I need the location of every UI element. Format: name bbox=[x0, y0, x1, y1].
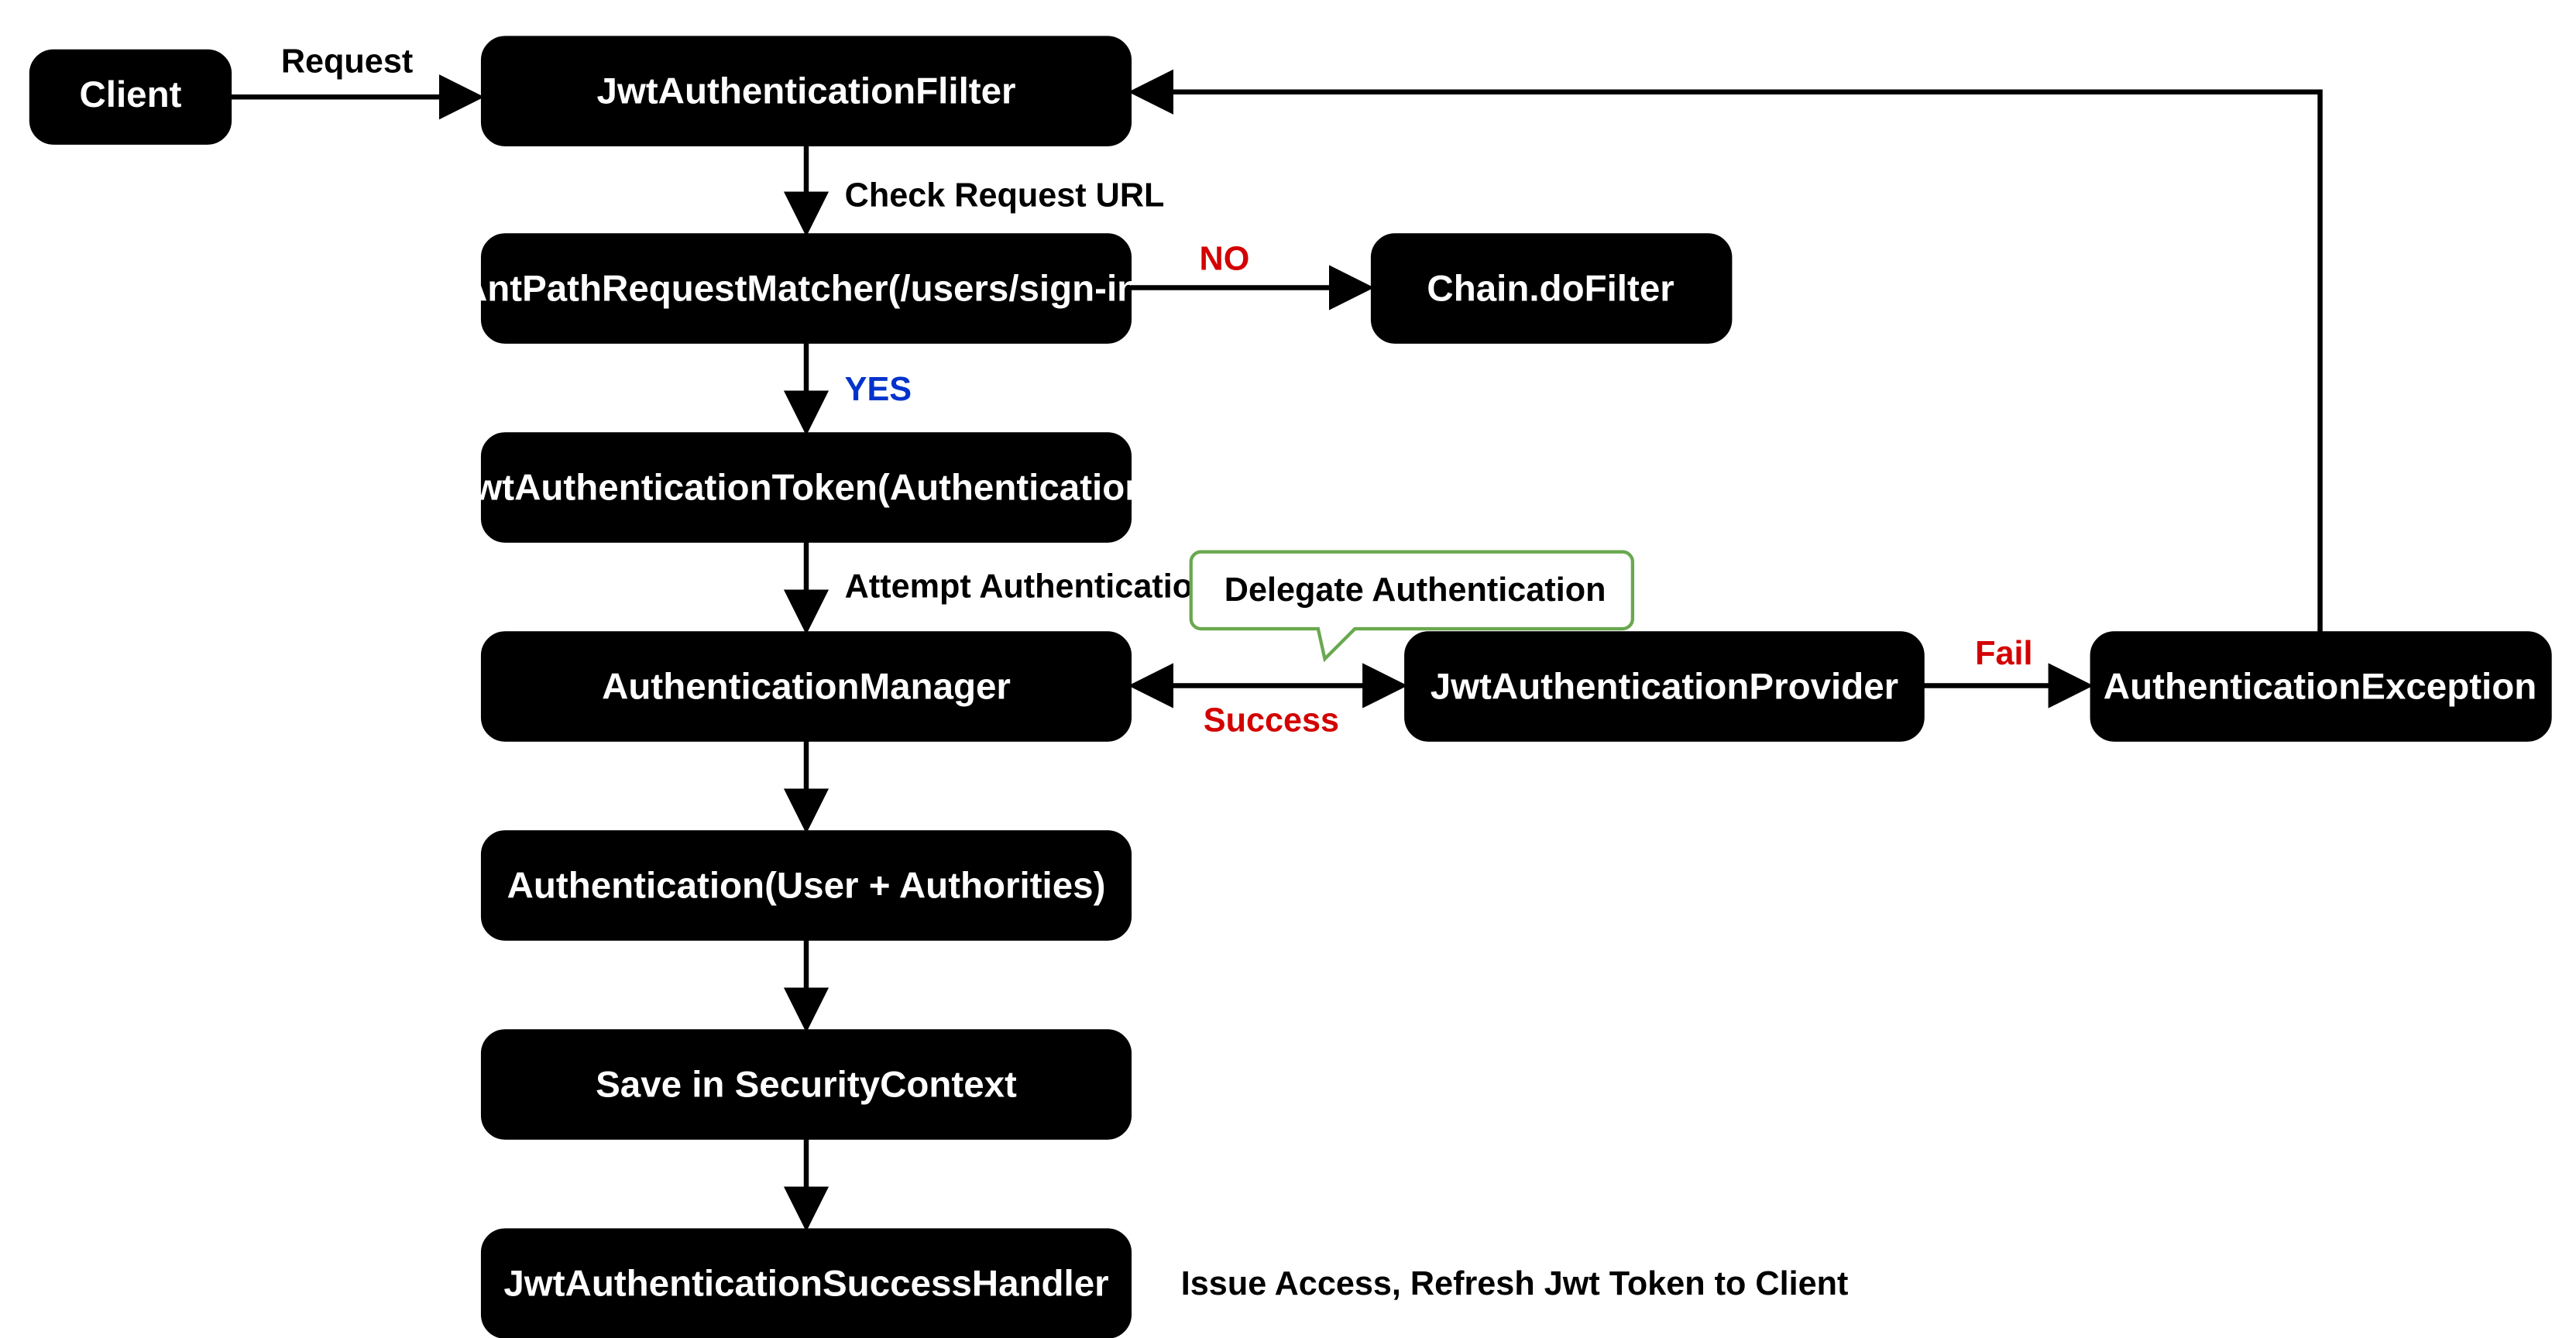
node-exception-label: AuthenticationException bbox=[2104, 666, 2537, 707]
node-client-label: Client bbox=[79, 74, 181, 115]
node-filter-label: JwtAuthenticationFlilter bbox=[596, 70, 1015, 112]
label-fail: Fail bbox=[1975, 635, 2032, 672]
node-dofilter-label: Chain.doFilter bbox=[1427, 268, 1674, 309]
label-yes: YES bbox=[845, 371, 912, 408]
label-issue: Issue Access, Refresh Jwt Token to Clien… bbox=[1181, 1265, 1849, 1302]
label-no: NO bbox=[1200, 240, 1250, 277]
label-attempt: Attempt Authentication bbox=[845, 568, 1214, 606]
node-success-handler-label: JwtAuthenticationSuccessHandler bbox=[503, 1263, 1108, 1304]
label-request: Request bbox=[281, 43, 413, 80]
node-matcher-label: AntPathRequestMatcher(/users/sign-in) bbox=[461, 268, 1152, 309]
node-save-ctx-label: Save in SecurityContext bbox=[596, 1064, 1017, 1105]
node-provider-label: JwtAuthenticationProvider bbox=[1431, 666, 1898, 707]
node-token-label: JwtAuthenticationToken(Authentication) bbox=[453, 467, 1159, 508]
diagram-canvas: Client JwtAuthenticationFlilter AntPathR… bbox=[0, 0, 2576, 1338]
label-check-url: Check Request URL bbox=[845, 177, 1165, 214]
node-manager-label: AuthenticationManager bbox=[602, 666, 1011, 707]
label-success: Success bbox=[1204, 702, 1339, 739]
label-delegate: Delegate Authentication bbox=[1224, 571, 1606, 609]
node-auth-result-label: Authentication(User + Authorities) bbox=[507, 865, 1106, 906]
